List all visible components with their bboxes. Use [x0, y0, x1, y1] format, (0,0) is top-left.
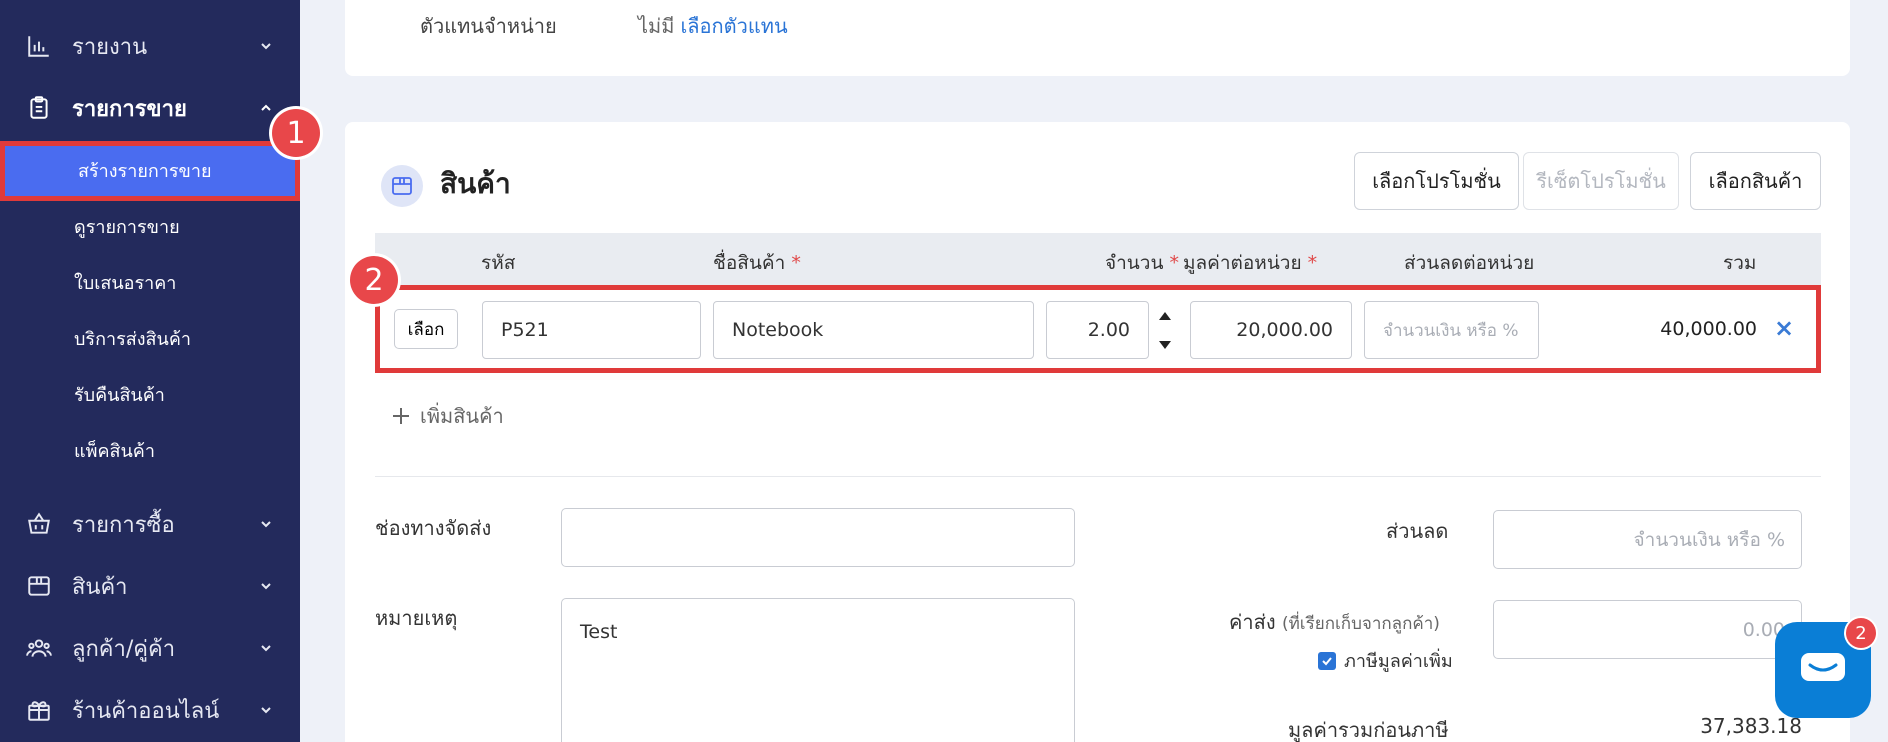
col-qty-label: จำนวน: [1105, 252, 1164, 274]
row-select-button[interactable]: เลือก: [394, 309, 458, 349]
sidebar-subitem-label: บริการส่งสินค้า: [74, 328, 191, 350]
chevron-up-icon: [261, 104, 271, 111]
vat-label: ภาษีมูลค่าเพิ่ม: [1344, 651, 1453, 672]
row-total: 40,000.00: [1660, 318, 1757, 340]
section-title: สินค้า: [440, 167, 511, 200]
sidebar-item-products[interactable]: สินค้า: [0, 564, 300, 608]
col-total: รวม: [1723, 252, 1757, 274]
quantity-stepper[interactable]: [1151, 301, 1178, 359]
shipping-fee-label: ค่าส่ง (ที่เรียกเก็บจากลูกค้า): [1229, 606, 1440, 638]
add-product-label: เพิ่มสินค้า: [420, 404, 504, 428]
reset-promotion-button[interactable]: รีเซ็ตโปรโมชั่น: [1523, 152, 1679, 210]
select-product-button[interactable]: เลือกสินค้า: [1690, 152, 1821, 210]
sidebar: รายงาน รายการขาย สร้างรายการขาย ดูรายการ…: [0, 0, 300, 742]
highlight-box-create-sale: [0, 141, 300, 201]
chevron-down-icon: [261, 521, 271, 528]
note-textarea[interactable]: Test: [561, 598, 1075, 742]
add-product-link[interactable]: เพิ่มสินค้า: [392, 400, 504, 432]
col-name: ชื่อสินค้า *: [713, 248, 801, 278]
required-mark: *: [1307, 252, 1318, 274]
chevron-down-icon: [261, 707, 271, 714]
box-icon: [24, 573, 54, 599]
sidebar-subitem-label: รับคืนสินค้า: [74, 384, 165, 406]
chevron-down-icon: [261, 583, 271, 590]
sidebar-item-customers[interactable]: ลูกค้า/คู่ค้า: [0, 626, 300, 670]
shipping-fee-input[interactable]: 0.00: [1493, 600, 1802, 659]
note-label: หมายเหตุ: [375, 606, 458, 630]
sidebar-subitem-returns[interactable]: รับคืนสินค้า: [0, 372, 300, 416]
chat-icon: [1801, 653, 1845, 681]
agent-card: [345, 0, 1850, 76]
quantity-input[interactable]: 2.00: [1046, 301, 1149, 359]
plus-icon: [393, 408, 409, 424]
discount-label: ส่วนลด: [1386, 519, 1449, 543]
gift-icon: [24, 697, 54, 723]
caret-down-icon[interactable]: [1151, 330, 1178, 359]
sidebar-item-label: รายการซื้อ: [72, 512, 175, 538]
remove-row-icon[interactable]: ×: [1774, 314, 1794, 342]
sidebar-item-online-store[interactable]: ร้านค้าออนไลน์: [0, 688, 300, 732]
subtotal-label: มูลค่ารวมก่อนภาษี: [1288, 718, 1449, 742]
caret-up-icon[interactable]: [1151, 301, 1178, 330]
select-agent-link[interactable]: เลือกตัวแทน: [680, 14, 787, 38]
agent-none-text: ไม่มี: [638, 14, 675, 38]
sidebar-item-label: ลูกค้า/คู่ค้า: [72, 636, 176, 662]
shipping-fee-sublabel: (ที่เรียกเก็บจากลูกค้า): [1281, 614, 1440, 634]
table-header: [375, 233, 1821, 289]
col-unit-price-label: มูลค่าต่อหน่วย: [1183, 252, 1302, 274]
col-qty: จำนวน *: [1105, 248, 1179, 278]
sidebar-subitem-label: ใบเสนอราคา: [74, 272, 177, 294]
sidebar-subitem-label: แพ็คสินค้า: [74, 440, 155, 462]
col-name-label: ชื่อสินค้า: [713, 252, 786, 274]
divider: [375, 476, 1821, 477]
chat-notification-badge: 2: [1846, 618, 1876, 648]
sidebar-subitem-delivery[interactable]: บริการส่งสินค้า: [0, 316, 300, 360]
col-code: รหัส: [481, 252, 516, 274]
vat-checkbox[interactable]: [1318, 651, 1336, 670]
shipping-channel-input[interactable]: [561, 508, 1075, 567]
product-code-input[interactable]: P521: [482, 301, 701, 359]
clipboard-icon: [24, 95, 54, 121]
step-badge-1: 1: [272, 109, 320, 157]
sidebar-subitem-view-sales[interactable]: ดูรายการขาย: [0, 204, 300, 248]
discount-per-unit-input[interactable]: จำนวนเงิน หรือ %: [1364, 301, 1539, 359]
basket-icon: [24, 511, 54, 537]
required-mark: *: [791, 252, 801, 274]
unit-price-input[interactable]: 20,000.00: [1190, 301, 1352, 359]
chevron-down-icon: [261, 645, 271, 652]
bar-chart-icon: [24, 33, 54, 59]
shipping-channel-label: ช่องทางจัดส่ง: [375, 516, 492, 540]
shipping-fee-label-text: ค่าส่ง: [1229, 610, 1276, 634]
agent-value: ไม่มี เลือกตัวแทน: [638, 10, 788, 42]
sidebar-item-label: รายงาน: [72, 34, 148, 60]
check-icon: [1322, 656, 1332, 665]
sidebar-subitem-quotation[interactable]: ใบเสนอราคา: [0, 260, 300, 304]
sidebar-subitem-packing[interactable]: แพ็คสินค้า: [0, 428, 300, 472]
required-mark: *: [1169, 252, 1180, 274]
chevron-down-icon: [261, 43, 271, 50]
vat-checkbox-row[interactable]: ภาษีมูลค่าเพิ่ม: [1318, 646, 1453, 675]
sidebar-item-sales[interactable]: รายการขาย: [0, 86, 300, 130]
sidebar-item-label: สินค้า: [72, 574, 128, 600]
sidebar-item-label: รายการขาย: [72, 96, 187, 122]
product-name-input[interactable]: Notebook: [713, 301, 1034, 359]
sidebar-item-label: ร้านค้าออนไลน์: [72, 698, 220, 724]
step-badge-2: 2: [350, 256, 398, 304]
col-discount: ส่วนลดต่อหน่วย: [1404, 252, 1535, 274]
agent-label: ตัวแทนจำหน่าย: [420, 14, 557, 38]
sidebar-subitem-label: ดูรายการขาย: [74, 216, 180, 238]
sidebar-item-purchases[interactable]: รายการซื้อ: [0, 502, 300, 546]
users-icon: [24, 635, 54, 661]
select-promotion-button[interactable]: เลือกโปรโมชั่น: [1354, 152, 1519, 210]
sidebar-item-reports[interactable]: รายงาน: [0, 24, 300, 68]
col-unit-price: มูลค่าต่อหน่วย *: [1183, 248, 1317, 278]
discount-input[interactable]: จำนวนเงิน หรือ %: [1493, 510, 1802, 569]
box-icon: [381, 165, 423, 207]
subtotal-value: 37,383.18: [1700, 714, 1802, 738]
